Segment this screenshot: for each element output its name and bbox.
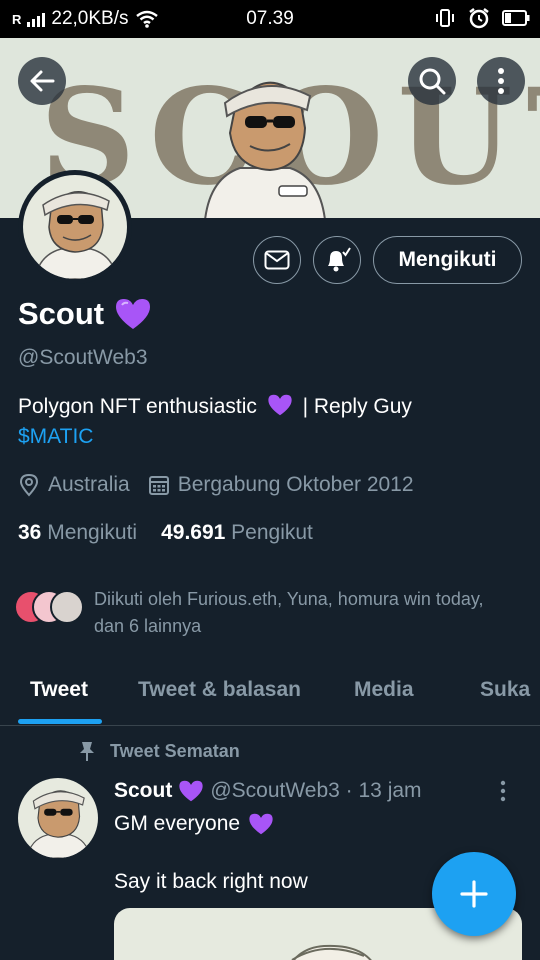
pinned-label-row: Tweet Sematan <box>78 740 240 762</box>
more-vertical-icon <box>500 780 506 802</box>
followers-label: Pengikut <box>231 521 313 544</box>
tab-likes[interactable]: Suka <box>480 678 530 702</box>
purple-heart-icon <box>179 780 203 802</box>
tab-tweet-replies[interactable]: Tweet & balasan <box>138 678 301 702</box>
purple-heart-icon <box>268 394 292 416</box>
search-icon <box>419 68 446 95</box>
banner-ape-illustration <box>204 81 326 218</box>
mail-icon <box>264 250 290 270</box>
bio-text: Polygon NFT enthusiastic <box>18 395 257 418</box>
back-button[interactable] <box>18 57 66 105</box>
followed-by-text: Diikuti oleh Furious.eth, Yuna, homura w… <box>94 589 484 636</box>
alarm-icon <box>469 8 489 29</box>
following-count: 36 <box>18 521 42 544</box>
pin-icon <box>80 742 94 761</box>
tweet-text-line1: GM everyone <box>114 812 274 836</box>
message-button[interactable] <box>253 236 301 284</box>
following-label: Mengikuti <box>47 521 138 544</box>
tab-tweet[interactable]: Tweet <box>30 678 88 702</box>
following-count-link[interactable]: 36 Mengikuti <box>18 521 137 545</box>
more-vertical-icon <box>498 68 504 94</box>
purple-heart-icon <box>116 299 151 329</box>
tweet-author-name[interactable]: Scout <box>114 779 172 803</box>
more-options-button[interactable] <box>477 57 525 105</box>
cashtag-link[interactable]: $MATIC <box>18 422 518 452</box>
profile-tabs: Tweet Tweet & balasan Media Suka <box>0 664 540 726</box>
calendar-icon <box>148 476 169 495</box>
tweet-handle-time: @ScoutWeb3 · 13 jam <box>210 779 422 802</box>
tweet-text: GM everyone <box>114 812 241 835</box>
profile-bio: Polygon NFT enthusiastic | Reply Guy $MA… <box>18 392 518 452</box>
follow-counts: 36 Mengikuti 49.691 Pengikut <box>18 521 313 545</box>
tweet-header: Scout @ScoutWeb3 · 13 jam <box>114 779 422 803</box>
bio-text-end: | Reply Guy <box>302 395 412 418</box>
active-tab-indicator <box>18 719 102 724</box>
profile-meta: Australia Bergabung Oktober 2012 <box>18 473 432 497</box>
search-button[interactable] <box>408 57 456 105</box>
profile-handle: @ScoutWeb3 <box>18 346 148 369</box>
location-pin-icon <box>19 473 39 497</box>
vibrate-icon <box>436 9 454 27</box>
followed-by[interactable]: Diikuti oleh Furious.eth, Yuna, homura w… <box>14 586 494 640</box>
profile-location: Australia <box>48 473 130 496</box>
following-button[interactable]: Mengikuti <box>373 236 522 284</box>
profile-name: Scout <box>18 296 105 331</box>
followers-count: 49.691 <box>161 521 226 544</box>
tweet-more-button[interactable] <box>500 780 506 807</box>
profile-avatar[interactable] <box>18 170 132 284</box>
tweet-text-line2: Say it back right now <box>114 870 308 893</box>
notifications-button[interactable] <box>313 236 361 284</box>
avatar <box>50 590 84 624</box>
compose-tweet-button[interactable] <box>432 852 516 936</box>
tweet-author-avatar[interactable] <box>18 778 98 858</box>
avatar-ape-image <box>26 790 91 858</box>
profile-joined: Bergabung Oktober 2012 <box>177 473 414 496</box>
avatar-ape-image <box>34 190 118 279</box>
battery-icon <box>502 10 530 26</box>
tab-media[interactable]: Media <box>354 678 414 702</box>
followers-count-link[interactable]: 49.691 Pengikut <box>161 521 313 545</box>
status-bar: R 22,0KB/s 07.39 <box>0 0 540 38</box>
purple-heart-icon <box>249 813 273 835</box>
plus-icon <box>460 880 488 908</box>
follower-avatars <box>14 586 88 626</box>
notification-bell-icon <box>328 247 351 272</box>
back-arrow-icon <box>30 70 55 92</box>
pinned-label: Tweet Sematan <box>110 740 240 761</box>
profile-name-row: Scout <box>18 296 152 332</box>
